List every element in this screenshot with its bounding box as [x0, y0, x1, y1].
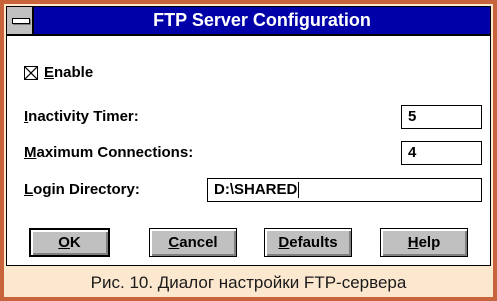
enable-label-rest: nable: [54, 64, 94, 81]
help-key: H: [407, 234, 419, 251]
login-directory-value: D:\SHARED: [214, 181, 298, 198]
cancel-key: C: [168, 234, 180, 251]
inactivity-timer-label: Inactivity Timer:: [24, 108, 139, 125]
login-directory-label: Login Directory:: [24, 181, 140, 198]
ok-rest: K: [69, 234, 81, 251]
login-dir-label-rest: ogin Directory:: [33, 181, 140, 198]
dialog-window: FTP Server Configuration Enable Inactivi…: [6, 6, 491, 266]
max-conn-label-key: M: [24, 144, 37, 161]
defaults-key: D: [278, 234, 290, 251]
window-title: FTP Server Configuration: [153, 10, 371, 30]
defaults-rest: efaults: [289, 234, 338, 251]
cancel-button[interactable]: Cancel: [149, 228, 237, 257]
login-dir-label-key: L: [24, 181, 34, 198]
help-button[interactable]: Help: [380, 228, 468, 257]
title-bar: FTP Server Configuration: [7, 7, 490, 36]
help-rest: elp: [418, 234, 441, 251]
maximum-connections-label: Maximum Connections:: [24, 144, 193, 161]
maximum-connections-input[interactable]: 4: [401, 141, 482, 165]
enable-checkbox[interactable]: [24, 66, 38, 80]
system-menu-button[interactable]: [7, 7, 34, 34]
figure-caption: Рис. 10. Диалог настройки FTP-сервера: [90, 273, 407, 292]
cancel-rest: ancel: [179, 234, 218, 251]
inactivity-label-rest: nactivity Timer:: [28, 108, 139, 125]
ok-button[interactable]: OK: [29, 228, 110, 257]
login-directory-input[interactable]: D:\SHARED: [207, 178, 482, 202]
enable-label[interactable]: Enable: [44, 64, 93, 81]
inactivity-timer-input[interactable]: 5: [401, 105, 482, 129]
defaults-button[interactable]: Defaults: [264, 228, 352, 257]
checkmark-x-icon: [25, 67, 37, 79]
text-caret: [298, 182, 300, 199]
enable-label-key: E: [44, 64, 55, 81]
system-menu-icon: [12, 18, 30, 24]
ok-key: O: [58, 234, 70, 251]
max-conn-label-rest: aximum Connections:: [36, 144, 194, 161]
